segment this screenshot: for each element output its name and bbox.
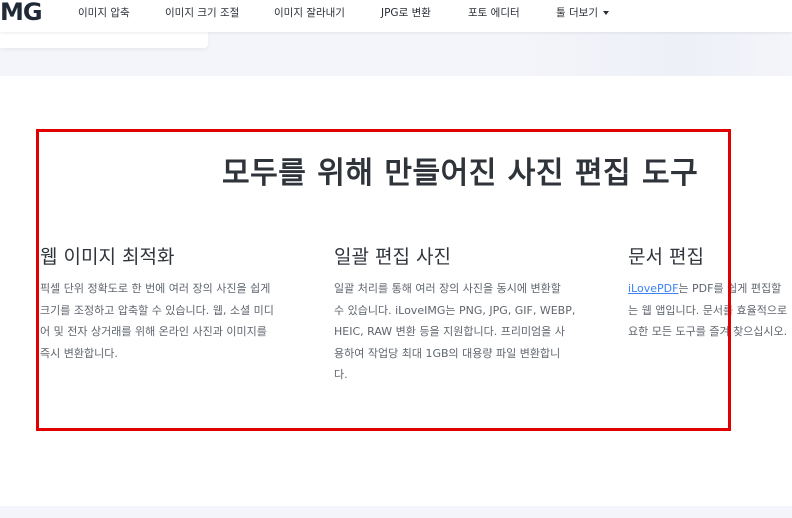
feature-title-web-optimization: 웹 이미지 최적화 (40, 246, 175, 268)
feature-desc-batch-edit: 일괄 처리를 통해 여러 장의 사진을 동시에 변환할 수 있습니다. iLov… (334, 278, 596, 386)
feature-desc-line: 일괄 처리를 통해 여러 장의 사진을 동시에 변환할 (334, 282, 561, 295)
hero-band (0, 32, 792, 76)
section-title: 모두를 위해 만들어진 사진 편집 도구 (222, 156, 699, 191)
nav-more-tools-label: 툴 더보기 (556, 7, 598, 19)
feature-desc-line: 픽셀 단위 정확도로 한 번에 여러 장의 사진을 쉽게 (40, 282, 271, 295)
nav-more-tools[interactable]: 툴 더보기 (556, 5, 609, 20)
nav-crop-image[interactable]: 이미지 잘라내기 (274, 5, 345, 20)
feature-desc-line: 즉시 변환합니다. (40, 346, 118, 360)
feature-desc-line: 어 및 전자 상거래를 위해 온라인 사진과 이미지를 (40, 325, 267, 338)
feature-desc-line: 수 있습니다. iLoveIMG는 PNG, JPG, GIF, WEBP, (334, 303, 576, 317)
feature-desc-web-optimization: 픽셀 단위 정확도로 한 번에 여러 장의 사진을 쉽게 크기를 조정하고 압축… (40, 278, 300, 364)
feature-desc-line: 요한 모든 도구를 즐겨 찾으십시오. (628, 325, 788, 338)
top-navbar: MG 이미지 압축 이미지 크기 조절 이미지 잘라내기 JPG로 변환 포토 … (0, 0, 792, 32)
feature-desc-text: 는 PDF를 쉽게 편집할 (678, 282, 782, 295)
feature-title-document-edit: 문서 편집 (628, 246, 704, 268)
nav-resize-image[interactable]: 이미지 크기 조절 (165, 5, 239, 20)
feature-desc-line: 용하여 작업당 최대 1GB의 대용량 파일 변환합니 (334, 346, 561, 360)
next-section-band (0, 506, 792, 518)
feature-desc-line: 크기를 조정하고 압축할 수 있습니다. 웹, 소셜 미디 (40, 303, 274, 317)
caret-down-icon (602, 11, 609, 15)
hero-decoration (520, 32, 792, 76)
feature-title-batch-edit: 일괄 편집 사진 (334, 246, 451, 268)
feature-desc-document-edit: iLovePDF는 PDF를 쉽게 편집할 는 웹 앱입니다. 문서를 효율적으… (628, 278, 792, 343)
feature-desc-line: 는 웹 앱입니다. 문서를 효율적으로 (628, 303, 788, 317)
feature-desc-line: HEIC, RAW 변환 등을 지원합니다. 프리미엄을 사 (334, 325, 565, 338)
logo[interactable]: MG (0, 0, 43, 26)
feature-desc-line: iLovePDF는 PDF를 쉽게 편집할 (628, 278, 792, 300)
nav-convert-to-jpg[interactable]: JPG로 변환 (381, 5, 431, 20)
hero-card-edge (0, 32, 208, 48)
nav-photo-editor[interactable]: 포토 에디터 (468, 5, 520, 20)
nav-compress-image[interactable]: 이미지 압축 (78, 5, 130, 20)
ilovepdf-link[interactable]: iLovePDF (628, 282, 678, 295)
feature-desc-line: 다. (334, 368, 348, 381)
